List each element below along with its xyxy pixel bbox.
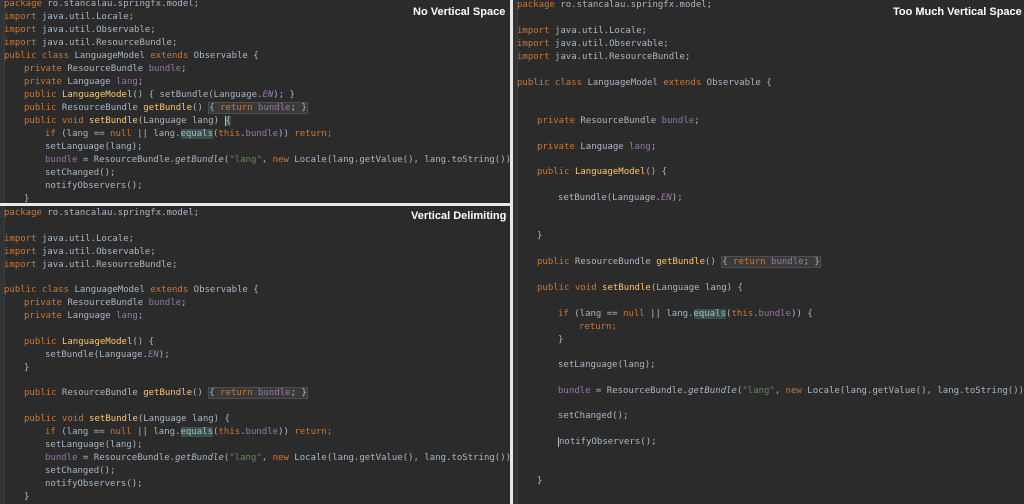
text-caret: { — [224, 116, 231, 126]
code-line: private ResourceBundle bundle; — [24, 64, 187, 74]
code-pane-no-vertical-space[interactable]: No Vertical Space package ro.stancalau.s… — [0, 0, 510, 203]
code-line: import java.util.Observable; — [517, 39, 669, 49]
code-line: bundle = ResourceBundle.getBundle("lang"… — [45, 453, 510, 463]
code-fold[interactable]: { return bundle; } — [208, 387, 308, 399]
code-pane-too-much-vertical-space[interactable]: Too Much Vertical Space package ro.stanc… — [513, 0, 1024, 504]
code-line: setLanguage(lang); — [45, 440, 143, 450]
code-line: private ResourceBundle bundle; — [537, 116, 700, 126]
code-line: setChanged(); — [558, 411, 629, 421]
code-pane-vertical-delimiting[interactable]: Vertical Delimiting package ro.stancalau… — [0, 206, 510, 504]
code-line: public void setBundle(Language lang) { — [537, 283, 743, 293]
code-line: public class LanguageModel extends Obser… — [517, 78, 772, 88]
code-line: private Language lang; — [24, 77, 144, 87]
code-line: import java.util.Observable; — [4, 25, 156, 35]
code-line: } — [558, 335, 564, 345]
code-line: setLanguage(lang); — [45, 142, 143, 152]
pane-title: Vertical Delimiting — [411, 210, 507, 222]
code-line: import java.util.ResourceBundle; — [4, 260, 178, 270]
code-line: public LanguageModel() { setBundle(Langu… — [24, 90, 295, 100]
code-line: if (lang == null || lang.equals(this.bun… — [558, 309, 813, 319]
code-line: public void setBundle(Language lang) { — [24, 414, 230, 424]
code-line: import java.util.Locale; — [4, 12, 135, 22]
code-line: import java.util.Observable; — [4, 247, 156, 257]
code-line: setBundle(Language.EN); — [558, 193, 683, 203]
code-fold[interactable]: { return bundle; } — [721, 256, 821, 268]
code-line: public void setBundle(Language lang) { — [24, 116, 231, 126]
code-line: import java.util.ResourceBundle; — [517, 52, 691, 62]
code-line: } — [537, 231, 543, 241]
code-line: public class LanguageModel extends Obser… — [4, 51, 259, 61]
code-line: public ResourceBundle getBundle() { retu… — [24, 387, 308, 399]
code-line: notifyObservers(); — [558, 437, 657, 447]
code-fold[interactable]: { return bundle; } — [208, 102, 308, 114]
code-line: public ResourceBundle getBundle() { retu… — [537, 256, 821, 268]
code-line: package ro.stancalau.springfx.model; — [4, 208, 200, 218]
code-line: public class LanguageModel extends Obser… — [4, 285, 259, 295]
code-line: } — [24, 492, 30, 502]
pane-title: No Vertical Space — [413, 6, 506, 18]
code-line: bundle = ResourceBundle.getBundle("lang"… — [558, 386, 1024, 396]
code-line: setChanged(); — [45, 466, 116, 476]
code-line: import java.util.Locale; — [517, 26, 648, 36]
code-line: return; — [579, 322, 617, 332]
code-line: public LanguageModel() { — [537, 167, 668, 177]
code-line: if (lang == null || lang.equals(this.bun… — [45, 129, 333, 139]
code-line: } — [537, 476, 543, 486]
code-line: private Language lang; — [24, 311, 144, 321]
pane-title: Too Much Vertical Space — [893, 6, 1022, 18]
code-line: import java.util.Locale; — [4, 234, 135, 244]
editor-gutter — [513, 0, 518, 504]
code-line: } — [24, 194, 30, 203]
code-line: public ResourceBundle getBundle() { retu… — [24, 102, 308, 114]
code-line: private Language lang; — [537, 142, 657, 152]
code-line: bundle = ResourceBundle.getBundle("lang"… — [45, 155, 510, 165]
code-line: package ro.stancalau.springfx.model; — [517, 0, 713, 10]
code-line: package ro.stancalau.springfx.model; — [4, 0, 200, 9]
code-line: import java.util.ResourceBundle; — [4, 38, 178, 48]
code-line: } — [24, 363, 30, 373]
code-line: public LanguageModel() { — [24, 337, 155, 347]
code-line: setBundle(Language.EN); — [45, 350, 170, 360]
code-line: private ResourceBundle bundle; — [24, 298, 187, 308]
code-line: notifyObservers(); — [45, 181, 143, 191]
code-line: if (lang == null || lang.equals(this.bun… — [45, 427, 333, 437]
code-line: setChanged(); — [45, 168, 116, 178]
code-line: setLanguage(lang); — [558, 360, 656, 370]
code-line: notifyObservers(); — [45, 479, 143, 489]
